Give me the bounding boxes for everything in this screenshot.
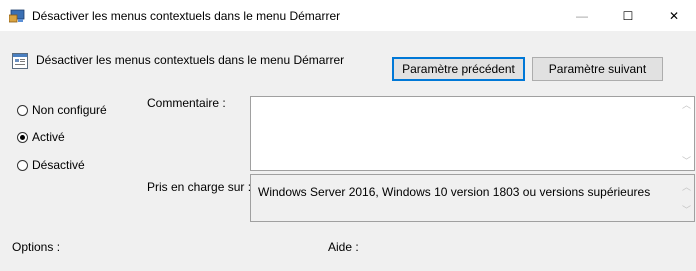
close-button[interactable]: ✕ [651, 0, 696, 31]
comment-label: Commentaire : [147, 96, 226, 110]
minimize-icon: — [576, 8, 588, 23]
supported-on-box: Windows Server 2016, Windows 10 version … [250, 174, 695, 222]
scroll-down-icon[interactable]: ﹀ [682, 157, 691, 166]
scroll-up-icon[interactable]: ︿ [682, 101, 691, 110]
close-icon: ✕ [668, 8, 680, 23]
minimize-button[interactable]: — [559, 0, 605, 31]
radio-disabled-circle[interactable] [17, 159, 28, 171]
radio-not-configured-label: Non configuré [32, 103, 107, 117]
title-bar: Désactiver les menus contextuels dans le… [0, 0, 696, 31]
scroll-down-icon[interactable]: ﹀ [682, 206, 691, 215]
maximize-button[interactable]: ☐ [605, 0, 651, 31]
policy-window-icon [9, 9, 25, 23]
maximize-icon: ☐ [622, 8, 634, 23]
comment-textarea[interactable]: ︿ ﹀ [250, 96, 695, 171]
supported-on-label: Pris en charge sur : [147, 180, 252, 194]
radio-not-configured[interactable]: Non configuré [17, 102, 107, 118]
policy-title: Désactiver les menus contextuels dans le… [36, 53, 345, 67]
radio-not-configured-circle[interactable] [17, 104, 28, 116]
window-title: Désactiver les menus contextuels dans le… [32, 9, 341, 23]
help-label: Aide : [328, 240, 359, 254]
supported-on-value: Windows Server 2016, Windows 10 version … [258, 185, 651, 199]
supported-scrollbar[interactable]: ︿ ﹀ [678, 175, 694, 221]
options-label: Options : [12, 240, 61, 254]
previous-setting-button[interactable]: Paramètre précédent [392, 57, 525, 81]
radio-enabled[interactable]: Activé [17, 129, 65, 145]
setting-icon [12, 53, 28, 69]
radio-enabled-circle[interactable] [17, 131, 28, 143]
radio-enabled-label: Activé [32, 130, 65, 144]
scroll-up-icon[interactable]: ︿ [682, 183, 691, 192]
radio-disabled-label: Désactivé [32, 158, 85, 172]
next-setting-button[interactable]: Paramètre suivant [532, 57, 663, 81]
comment-scrollbar[interactable]: ︿ ﹀ [678, 97, 694, 170]
radio-disabled[interactable]: Désactivé [17, 157, 85, 173]
